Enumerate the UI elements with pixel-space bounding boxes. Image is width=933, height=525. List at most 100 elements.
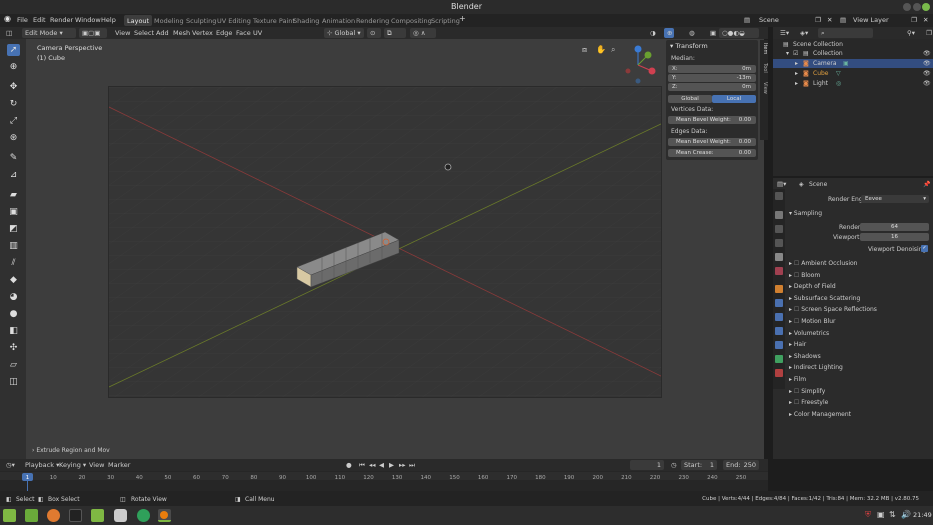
keyboard-icon[interactable]: ▣ [877, 510, 885, 519]
mean-crease-field[interactable]: Mean Crease: 0.00 [668, 149, 756, 157]
mint-update-icon[interactable] [137, 509, 150, 522]
current-frame-field[interactable]: 1 [630, 460, 664, 470]
menu-window[interactable]: Window [75, 16, 101, 24]
expand-light-icon[interactable]: ▸ [795, 79, 798, 88]
n-tab-view[interactable]: View [760, 82, 768, 94]
edge-slide-tool-icon[interactable]: ◧ [7, 325, 20, 337]
menu-icon[interactable] [3, 509, 16, 522]
transform-header[interactable]: ▾ Transform [670, 42, 708, 50]
scene-selector-icon[interactable]: ▤ [744, 16, 750, 24]
network-icon[interactable]: ⇅ [889, 510, 896, 519]
workspace-tab-uv-editing[interactable]: UV Editing [214, 15, 254, 26]
measure-tool-icon[interactable]: ⊿ [7, 169, 20, 181]
pan-view-icon[interactable]: ✋ [596, 45, 606, 54]
last-operator-panel[interactable]: › Extrude Region and Mov [32, 447, 110, 454]
scene-tab-icon[interactable] [775, 253, 783, 261]
visibility-icon[interactable]: ◑ [647, 28, 659, 38]
menu-help[interactable]: Help [101, 16, 116, 24]
workspace-tab-layout[interactable]: Layout [124, 15, 153, 26]
section-header-film[interactable]: ▸ Film [789, 376, 806, 383]
jump-end-icon[interactable]: ⏭ [406, 460, 418, 470]
shrink-fatten-tool-icon[interactable]: ✣ [7, 342, 20, 354]
n-tab-tool[interactable]: Tool [760, 63, 768, 73]
viewport-denoising-checkbox[interactable]: ✓ [921, 245, 928, 252]
workspace-tab-shading[interactable]: Shading [290, 15, 322, 26]
pivot-icon[interactable]: ⊙ [367, 28, 381, 38]
outliner-row-collection[interactable]: ▾ ☑ ▤ Collection 👁 [773, 49, 933, 58]
properties-editor-type-icon[interactable]: ▤▾ [777, 180, 786, 188]
section-header-indirect-lighting[interactable]: ▸ Indirect Lighting [789, 364, 843, 371]
scale-tool-icon[interactable]: ⤢ [7, 115, 20, 127]
section-header-volumetrics[interactable]: ▸ Volumetrics [789, 330, 829, 337]
header-menu-add[interactable]: Add [153, 28, 172, 38]
scene-name[interactable]: Scene [759, 16, 779, 24]
tool-tab-icon[interactable] [775, 192, 783, 200]
annotate-tool-icon[interactable]: ✎ [7, 152, 20, 164]
knife-tool-icon[interactable]: ⫽ [7, 257, 20, 269]
pin-icon[interactable]: 📌 [923, 181, 930, 188]
proportional-edit-icon[interactable]: ◎ ∧ [410, 28, 436, 38]
add-workspace-icon[interactable]: + [459, 14, 466, 23]
preview-range-icon[interactable]: ◷ [668, 460, 680, 470]
outliner-search-input[interactable]: ⌕ [818, 28, 873, 38]
snap-icon[interactable]: ⧉ [384, 28, 406, 38]
delete-scene-icon[interactable]: ✕ [827, 16, 832, 24]
menu-file[interactable]: File [17, 16, 28, 24]
modifiers-tab-icon[interactable] [775, 299, 783, 307]
volume-icon[interactable]: 🔊 [901, 510, 911, 519]
firefox-icon[interactable] [47, 509, 60, 522]
render-samples-field[interactable]: 64 [860, 223, 929, 231]
section-header-screen-space-reflections[interactable]: ▸ ☐ Screen Space Reflections [789, 306, 877, 313]
rotate-tool-icon[interactable]: ↻ [7, 98, 20, 110]
sampling-header[interactable]: ▾ Sampling [789, 210, 822, 217]
blender-icon[interactable] [158, 509, 171, 522]
section-header-shadows[interactable]: ▸ Shadows [789, 353, 821, 360]
header-menu-uv[interactable]: UV [250, 28, 265, 38]
new-view-layer-icon[interactable]: ❐ [911, 16, 917, 24]
minimize-button[interactable] [903, 3, 911, 11]
loop-cut-tool-icon[interactable]: ▥ [7, 240, 20, 252]
blender-logo-icon[interactable]: ◉ [4, 14, 11, 23]
timeline-menu-keying[interactable]: Keying ▾ [56, 460, 89, 470]
maximize-button[interactable] [913, 3, 921, 11]
transform-tool-icon[interactable]: ⊛ [7, 132, 20, 144]
spin-tool-icon[interactable]: ◕ [7, 291, 20, 303]
viewport-3d[interactable]: Camera Perspective (1) Cube ⧈ ✋ ⌕ › Extr… [26, 39, 764, 459]
view-layer-tab-icon[interactable] [775, 239, 783, 247]
view-layer-name[interactable]: View Layer [853, 16, 889, 24]
outliner-row-scene-collection[interactable]: ▤ Scene Collection [773, 40, 933, 49]
smooth-tool-icon[interactable]: ● [7, 308, 20, 320]
expand-camera-icon[interactable]: ▸ [795, 59, 798, 68]
material-tab-icon[interactable] [775, 369, 783, 377]
world-tab-icon[interactable] [775, 267, 783, 275]
folder-icon[interactable] [91, 509, 104, 522]
physics-tab-icon[interactable] [775, 327, 783, 335]
collection-visibility-icon[interactable]: 👁 [923, 49, 931, 58]
expand-collection-icon[interactable]: ▾ [786, 49, 789, 58]
workspace-tab-rendering[interactable]: Rendering [353, 15, 392, 26]
camera-visibility-icon[interactable]: 👁 [923, 59, 931, 68]
outliner-row-cube[interactable]: ▸ ◙ Cube ▽ 👁 [773, 69, 933, 78]
section-header-bloom[interactable]: ▸ ☐ Bloom [789, 272, 820, 279]
expand-cube-icon[interactable]: ▸ [795, 69, 798, 78]
section-header-depth-of-field[interactable]: ▸ Depth of Field [789, 283, 836, 290]
workspace-tab-modeling[interactable]: Modeling [151, 15, 187, 26]
section-header-simplify[interactable]: ▸ ☐ Simplify [789, 388, 825, 395]
median-y-field[interactable]: Y: -13m [668, 74, 756, 82]
render-tab-icon[interactable] [775, 211, 783, 219]
n-tab-item[interactable]: Item [760, 43, 768, 54]
cube-visibility-icon[interactable]: 👁 [923, 69, 931, 78]
new-collection-icon[interactable]: ❐ [923, 28, 933, 38]
mode-dropdown[interactable]: Edit Mode ▾ [22, 28, 76, 38]
data-tab-icon[interactable] [775, 355, 783, 363]
view-layer-icon[interactable]: ▤ [840, 16, 846, 24]
section-header-hair[interactable]: ▸ Hair [789, 341, 806, 348]
cursor-tool-icon[interactable]: ⊕ [7, 61, 20, 73]
end-frame-field[interactable]: End: 250 [723, 460, 759, 470]
files-icon[interactable] [25, 509, 38, 522]
select-mode-buttons[interactable]: ▣▢▣ [79, 28, 107, 38]
section-header-ambient-occlusion[interactable]: ▸ ☐ Ambient Occlusion [789, 260, 857, 267]
header-menu-edge[interactable]: Edge [213, 28, 235, 38]
overlays-icon[interactable]: ◍ [686, 28, 698, 38]
delete-view-layer-icon[interactable]: ✕ [923, 16, 928, 24]
